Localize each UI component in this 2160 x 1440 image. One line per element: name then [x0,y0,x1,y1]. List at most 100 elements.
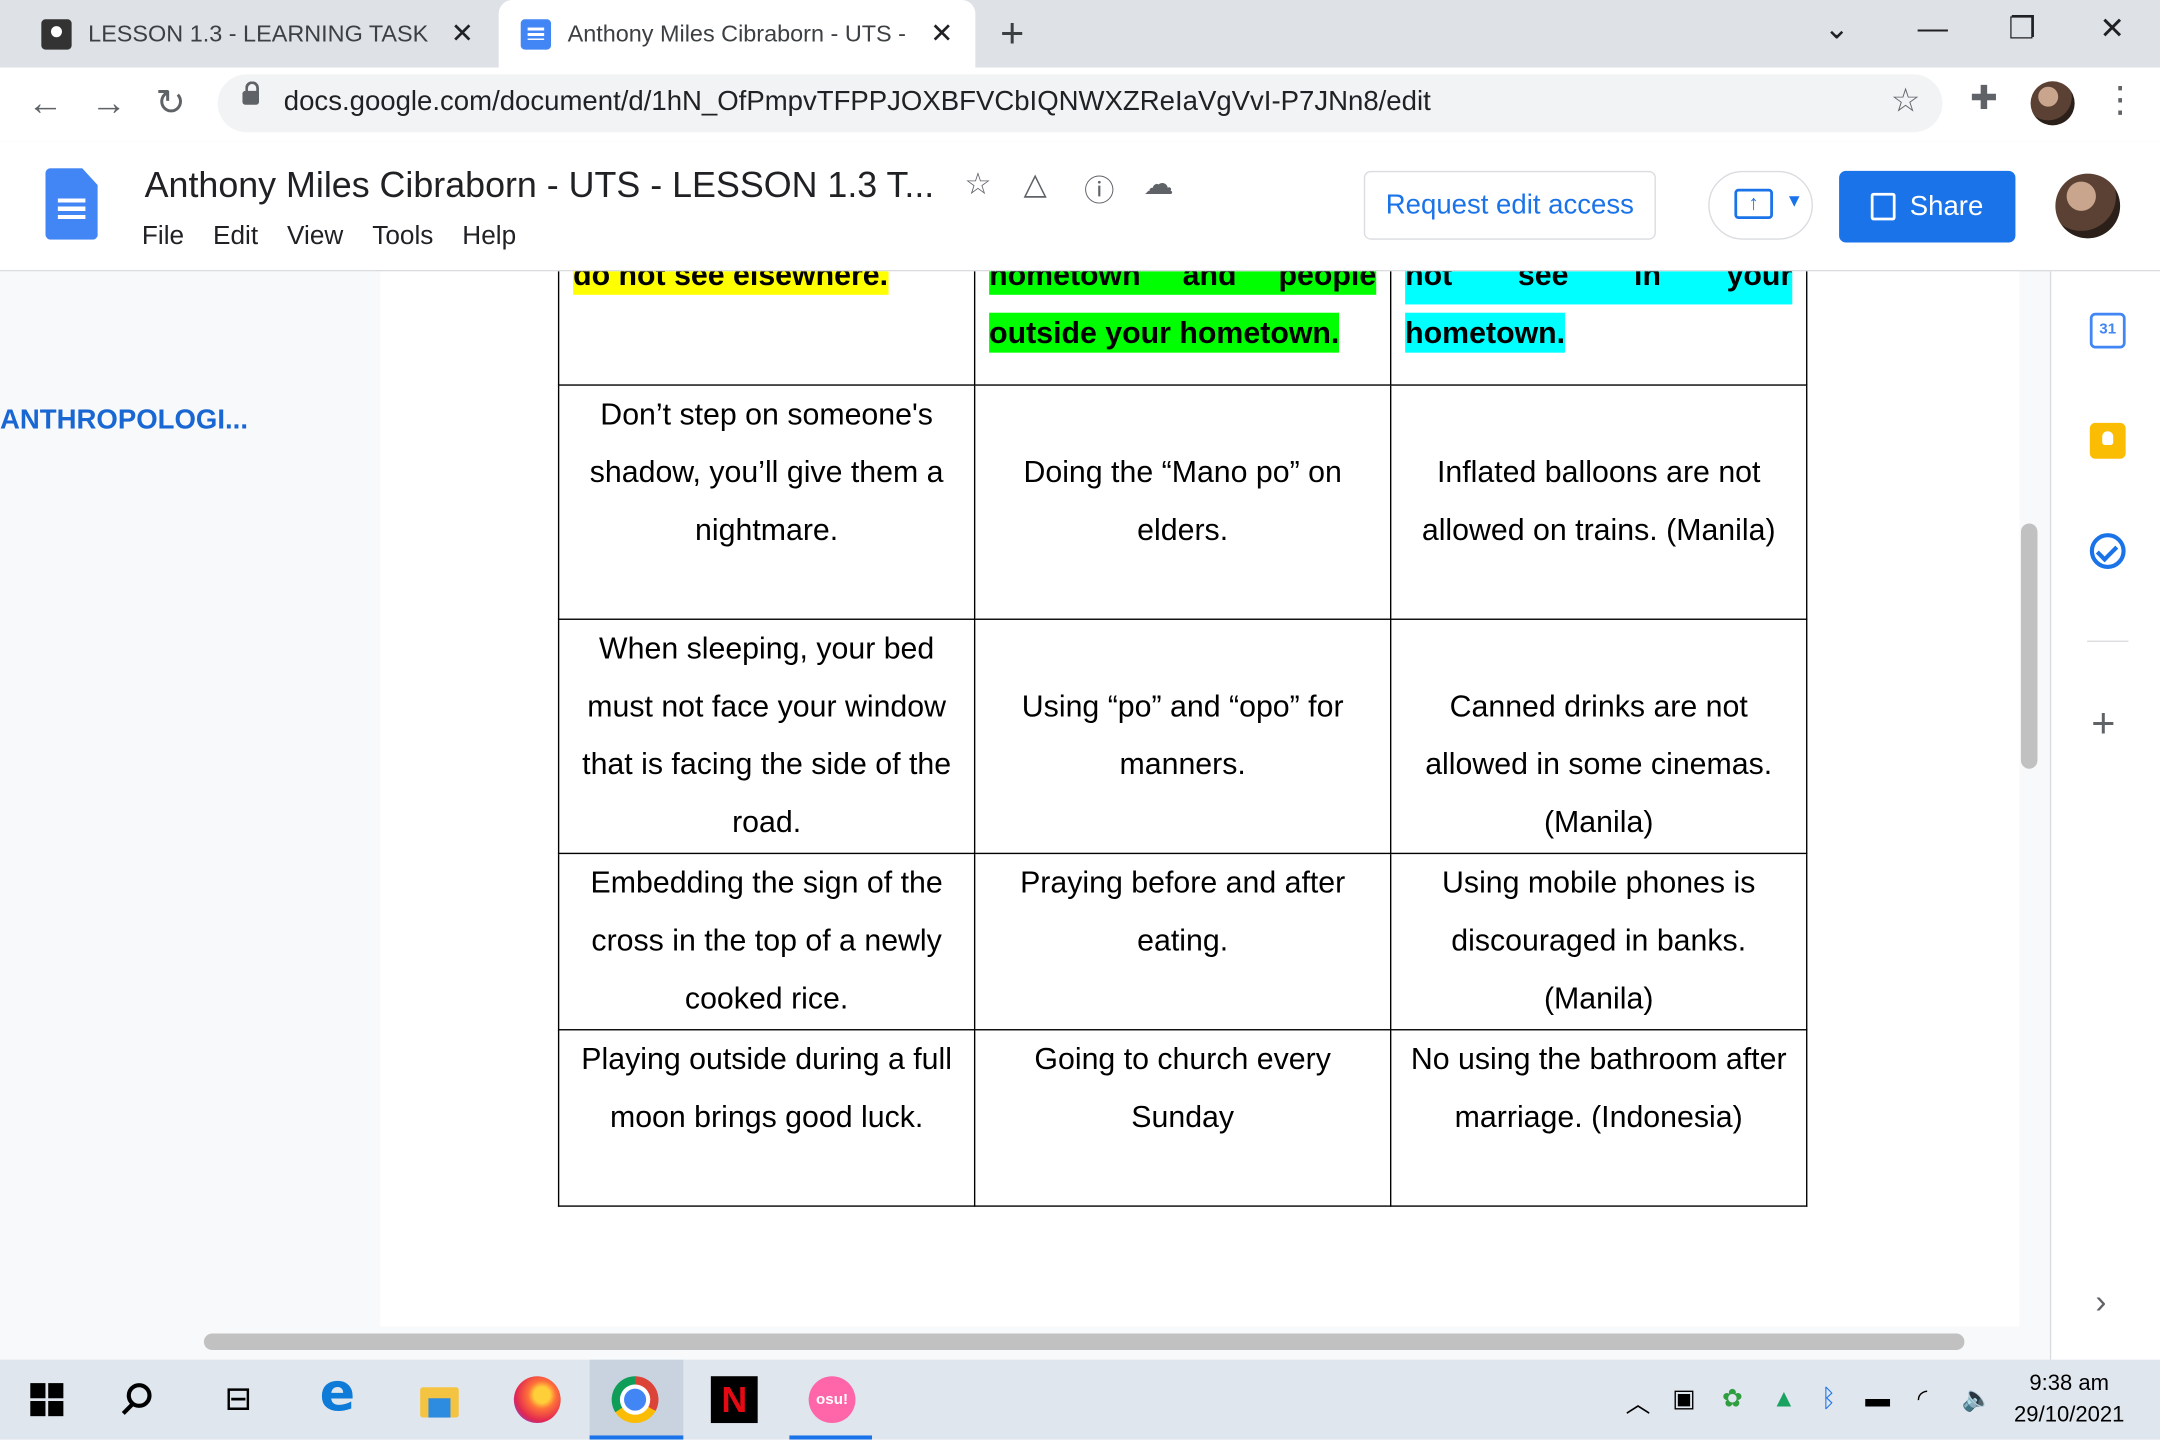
account-avatar[interactable] [2055,173,2121,239]
edge-icon[interactable]: e [320,1362,367,1423]
tab-strip: LESSON 1.3 - LEARNING TASK ✕ Anthony Mil… [0,0,2160,68]
profile-avatar[interactable] [2030,81,2075,126]
bookmark-star-icon[interactable]: ☆ [1891,81,1921,121]
present-button[interactable]: ↑ ▼ [1708,170,1813,240]
tab-search-chevron-icon[interactable]: ⌄ [1824,11,1849,47]
system-clock[interactable]: 9:38 am 29/10/2021 [2014,1368,2124,1431]
chrome-menu-icon[interactable]: ⋮ [2102,79,2138,122]
table-cell[interactable]: Playing outside during a full moon bring… [557,1029,976,1207]
share-label: Share [1909,190,1984,222]
close-window-icon[interactable]: ✕ [2099,11,2124,47]
side-panel: 31 + › [2049,271,2160,1360]
clock-time: 9:38 am [2029,1372,2110,1396]
tab-lesson[interactable]: LESSON 1.3 - LEARNING TASK ✕ [19,0,496,68]
horizontal-scrollbar[interactable] [203,1333,1965,1351]
highlighted-text: hometown and people [989,271,1377,295]
table-cell[interactable]: Using mobile phones is discouraged in ba… [1389,852,1808,1031]
tray-sync-icon[interactable]: ✿ [1722,1384,1743,1413]
address-bar-row: ← → ↻ docs.google.com/document/d/1hN_OfP… [0,67,2160,144]
menu-help[interactable]: Help [462,222,516,252]
table-cell[interactable]: Don’t step on someone's shadow, you’ll g… [557,384,976,620]
menu-file[interactable]: File [142,222,184,252]
keep-icon[interactable] [2089,422,2126,459]
omnibox[interactable]: docs.google.com/document/d/1hN_OfPmpvTFP… [217,74,1943,133]
calendar-icon[interactable]: 31 [2089,312,2126,349]
highlighted-text: not see in your [1405,271,1793,305]
url-text[interactable]: docs.google.com/document/d/1hN_OfPmpvTFP… [284,87,1431,119]
move-to-drive-icon[interactable]: △ [1024,167,1047,203]
share-lock-icon [1871,192,1897,221]
table-cell[interactable]: not see in your hometown. [1389,271,1808,386]
table-cell[interactable]: When sleeping, your bed must not face yo… [557,618,976,855]
minimize-icon[interactable]: — [1918,11,1948,47]
table-cell[interactable]: Going to church every Sunday [973,1029,1392,1207]
cloud-saved-icon: ☁ [1143,166,1174,202]
star-icon[interactable]: ☆ [964,167,991,203]
document-outline-panel: ANTHROPOLOGI... [0,271,381,1360]
tab-docs[interactable]: Anthony Miles Cibraborn - UTS - ✕ [498,0,976,68]
document-title[interactable]: Anthony Miles Cibraborn - UTS - LESSON 1… [145,164,935,207]
chrome-icon[interactable] [611,1376,659,1424]
battery-icon[interactable]: ▬ [1865,1384,1890,1413]
classroom-icon [41,18,72,49]
back-icon[interactable]: ← [28,81,64,124]
docs-icon [520,18,552,49]
table-cell[interactable]: Canned drinks are not allowed in some ci… [1389,618,1808,855]
highlighted-text: do not see elsewhere. [573,271,889,295]
table-cell[interactable]: do not see elsewhere. [557,271,976,386]
present-dropdown-icon[interactable]: ▼ [1785,190,1803,211]
lock-icon[interactable] [242,81,259,105]
table-row: Embedding the sign of the cross in the t… [557,852,1808,1031]
task-view-icon[interactable]: ⊟ [225,1379,272,1426]
menu-view[interactable]: View [287,222,343,252]
vertical-scrollbar[interactable] [2020,523,2038,769]
present-icon: ↑ [1734,188,1773,220]
table-header-row: do not see elsewhere. hometown and peopl… [557,271,1808,386]
table-row: Don’t step on someone's shadow, you’ll g… [557,384,1808,620]
tray-app-icon[interactable]: ▣ [1672,1384,1695,1413]
restore-icon[interactable]: ❐ [2009,11,2036,47]
wifi-icon[interactable]: ◜ [1918,1384,1928,1413]
request-edit-access-button[interactable]: Request edit access [1363,170,1656,240]
reload-icon[interactable]: ↻ [156,81,186,124]
add-ons-plus-icon[interactable]: + [2091,701,2115,748]
tab-title: LESSON 1.3 - LEARNING TASK [88,19,429,47]
windows-start-icon[interactable] [30,1383,64,1417]
volume-icon[interactable]: 🔈 [1962,1384,1993,1413]
firefox-icon[interactable] [513,1376,561,1424]
search-icon[interactable] [126,1383,152,1408]
table-cell[interactable]: Embedding the sign of the cross in the t… [557,852,976,1031]
menu-tools[interactable]: Tools [372,222,433,252]
table-cell[interactable]: Praying before and after eating. [973,852,1392,1031]
table-cell[interactable]: Doing the “Mano po” on elders. [973,384,1392,620]
show-side-panel-chevron-icon[interactable]: › [2095,1284,2106,1323]
tasks-icon[interactable] [2089,533,2126,569]
table-cell[interactable]: Using “po” and “opo” for manners. [973,618,1392,855]
forward-icon[interactable]: → [91,81,127,124]
menu-bar: File Edit View Tools Help [142,222,516,252]
table-cell[interactable]: Inflated balloons are not allowed on tra… [1389,384,1808,620]
netflix-icon[interactable]: N [710,1376,758,1424]
extensions-puzzle-icon[interactable]: ✚ [1970,79,1998,119]
table-row: When sleeping, your bed must not face yo… [557,618,1808,855]
osu-icon[interactable]: osu! [808,1376,856,1424]
outline-heading[interactable]: ANTHROPOLOGI... [0,405,248,437]
close-tab-icon[interactable]: ✕ [930,17,953,51]
docs-header: Anthony Miles Cibraborn - UTS - LESSON 1… [0,141,2160,272]
bluetooth-icon[interactable]: ᛒ [1821,1384,1836,1413]
document-details-info-icon[interactable]: ⓘ [1084,167,1114,211]
highlighted-text: outside your hometown. [989,312,1340,353]
share-button[interactable]: Share [1839,170,2016,243]
divider [2087,640,2129,642]
show-hidden-icons-chevron-icon[interactable]: ︿ [1626,1384,1651,1420]
menu-edit[interactable]: Edit [213,222,258,252]
running-app-indicator [789,1435,873,1440]
close-tab-icon[interactable]: ✕ [451,17,474,51]
outline-heading-text: ANTHROPOLOGI... [0,405,248,436]
new-tab-button[interactable]: + [1000,11,1024,58]
table-cell[interactable]: No using the bathroom after marriage. (I… [1389,1029,1808,1207]
google-drive-icon[interactable]: ▲ [1772,1384,1797,1413]
docs-logo-icon[interactable] [45,168,98,240]
file-explorer-icon[interactable] [420,1387,459,1418]
table-cell[interactable]: hometown and people outside your hometow… [973,271,1392,386]
